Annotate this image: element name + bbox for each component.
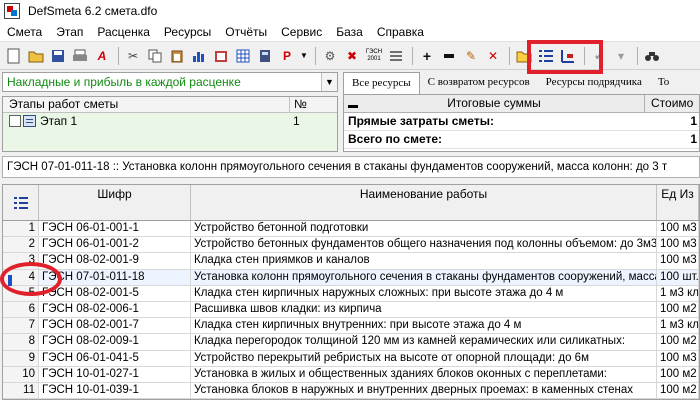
save-icon[interactable] [48, 46, 68, 66]
table-row[interactable]: 6 ГЭСН 08-02-006-1 Расшивка швов кладки: и… [3, 301, 699, 319]
stages-header-name[interactable]: Этапы работ сметы [3, 97, 289, 112]
numbered-list-icon[interactable] [536, 46, 556, 66]
sort-icon[interactable] [558, 46, 578, 66]
numbering-header[interactable] [3, 185, 39, 220]
font-icon[interactable]: A [92, 46, 112, 66]
paste-icon[interactable] [167, 46, 187, 66]
print-icon[interactable] [70, 46, 90, 66]
stages-header-num[interactable]: № [289, 97, 337, 112]
table-row[interactable]: 9 ГЭСН 06-01-041-5 Устройство перекрытий р… [3, 350, 699, 367]
numbered-list-icon[interactable] [13, 195, 29, 211]
table-row[interactable]: 11 ГЭСН 10-01-039-1 Установка блоков в нар… [3, 382, 699, 399]
check-icon[interactable]: ✔ [589, 46, 609, 66]
totals-row-value: 1 [690, 132, 697, 146]
new-doc-icon[interactable] [4, 46, 24, 66]
table-row[interactable]: 7 ГЭСН 08-02-001-7 Кладка стен кирпичных в… [3, 318, 699, 335]
filter-icon[interactable]: ▾ [611, 46, 631, 66]
book-icon[interactable] [211, 46, 231, 66]
calculator-icon[interactable] [255, 46, 275, 66]
cut-icon[interactable]: ✂ [123, 46, 143, 66]
totals-row[interactable]: Всего по смете: 1 [344, 131, 699, 149]
column-header-code[interactable]: Шифр [39, 185, 191, 220]
table-row[interactable]: 5 ГЭСН 08-02-001-5 Кладка стен кирпичных н… [3, 285, 699, 302]
grid-icon[interactable] [233, 46, 253, 66]
dropdown-icon[interactable]: ▼ [299, 46, 309, 66]
menu-rascenka[interactable]: Расценка [90, 22, 157, 42]
menu-smeta[interactable]: Смета [0, 22, 49, 42]
totals-row-name: Всего по смете: [348, 132, 443, 146]
chevron-down-icon[interactable]: ▼ [321, 73, 337, 91]
table-row[interactable]: 3 ГЭСН 08-02-001-9 Кладка стен приямков и … [3, 253, 699, 270]
stage-num: 1 [293, 114, 300, 128]
app-icon [4, 3, 20, 19]
delete-icon[interactable]: ✕ [483, 46, 503, 66]
x-icon[interactable]: ✖ [342, 46, 362, 66]
folder-icon[interactable] [514, 46, 534, 66]
menu-bar: Смета Этап Расценка Ресурсы Отчёты Серви… [0, 22, 700, 42]
copy-icon[interactable] [145, 46, 165, 66]
stage-name: Этап 1 [40, 114, 78, 128]
table-row[interactable]: 2 ГЭСН 06-01-001-2 Устройство бетонных фун… [3, 237, 699, 254]
totals-panel: ▬ Итоговые суммы Стоимо Прямые затраты см… [343, 94, 700, 152]
collapse-icon[interactable]: ▬ [348, 97, 358, 114]
estimate-table: Шифр Наименование работы Ед Из 1 ГЭСН 06-… [2, 184, 700, 400]
table-row[interactable]: 10 ГЭСН 10-01-027-1 Установка в жилых и об… [3, 366, 699, 383]
binoculars-icon[interactable] [642, 46, 662, 66]
column-header-unit[interactable]: Ед Из [657, 185, 699, 220]
tab-all-resources[interactable]: Все ресурсы [343, 72, 420, 94]
stages-header: Этапы работ сметы № [3, 97, 337, 113]
totals-header: ▬ Итоговые суммы Стоимо [344, 95, 699, 113]
table-header: Шифр Наименование работы Ед Из [3, 185, 699, 221]
toolbar: A ✂ P ▼ ⚙ ✖ ГЭСН 2001 + ✎ ✕ ✔ ▾ [0, 42, 700, 70]
totals-row-value: 1 [690, 114, 697, 128]
column-header-name[interactable]: Наименование работы [191, 185, 657, 220]
remove-icon[interactable] [439, 46, 459, 66]
edit-icon[interactable]: ✎ [461, 46, 481, 66]
open-folder-icon[interactable] [26, 46, 46, 66]
stage-row[interactable]: Этап 1 1 [3, 113, 337, 129]
resource-tabs: Все ресурсы С возвратом ресурсов Ресурсы… [343, 72, 700, 94]
menu-spravka[interactable]: Справка [370, 22, 431, 42]
stages-panel: Этапы работ сметы № Этап 1 1 [2, 96, 338, 152]
tab-return-resources[interactable]: С возвратом ресурсов [420, 72, 538, 94]
gesn-icon[interactable]: ГЭСН 2001 [364, 46, 384, 66]
totals-header-value: Стоимо [644, 95, 699, 112]
stage-checkbox[interactable] [9, 115, 21, 127]
menu-baza[interactable]: База [329, 22, 370, 42]
add-icon[interactable]: + [417, 46, 437, 66]
p-icon[interactable]: P [277, 46, 297, 66]
menu-otchety[interactable]: Отчёты [218, 22, 274, 42]
totals-header-name: Итоговые суммы [447, 96, 541, 110]
list-icon[interactable] [386, 46, 406, 66]
table-row[interactable]: 8 ГЭСН 08-02-009-1 Кладка перегородок толщ… [3, 334, 699, 351]
totals-row[interactable]: Прямые затраты сметы: 1 [344, 113, 699, 131]
stage-icon [23, 115, 36, 127]
selected-item-info: ГЭСН 07-01-011-18 :: Установка колонн пр… [2, 156, 700, 178]
table-row-selected[interactable]: 4 ГЭСН 07-01-011-18 Установка колонн прямо… [3, 269, 699, 286]
tab-contractor-resources[interactable]: Ресурсы подрядчика [538, 72, 650, 94]
row-cursor-icon [8, 275, 12, 286]
menu-resursy[interactable]: Ресурсы [157, 22, 218, 42]
chart-icon[interactable] [189, 46, 209, 66]
overheads-select-value: Накладные и прибыль в каждой расценке [7, 75, 241, 89]
table-row[interactable]: 1 ГЭСН 06-01-001-1 Устройство бетонной под… [3, 221, 699, 238]
menu-servis[interactable]: Сервис [274, 22, 329, 42]
totals-row-name: Прямые затраты сметы: [348, 114, 494, 128]
menu-etap[interactable]: Этап [49, 22, 90, 42]
title-bar: DefSmeta 6.2 смета.dfo [0, 0, 700, 22]
tools-icon[interactable]: ⚙ [320, 46, 340, 66]
window-title: DefSmeta 6.2 смета.dfo [28, 4, 158, 18]
tab-more[interactable]: То [650, 72, 677, 94]
overheads-select[interactable]: Накладные и прибыль в каждой расценке ▼ [2, 72, 338, 92]
